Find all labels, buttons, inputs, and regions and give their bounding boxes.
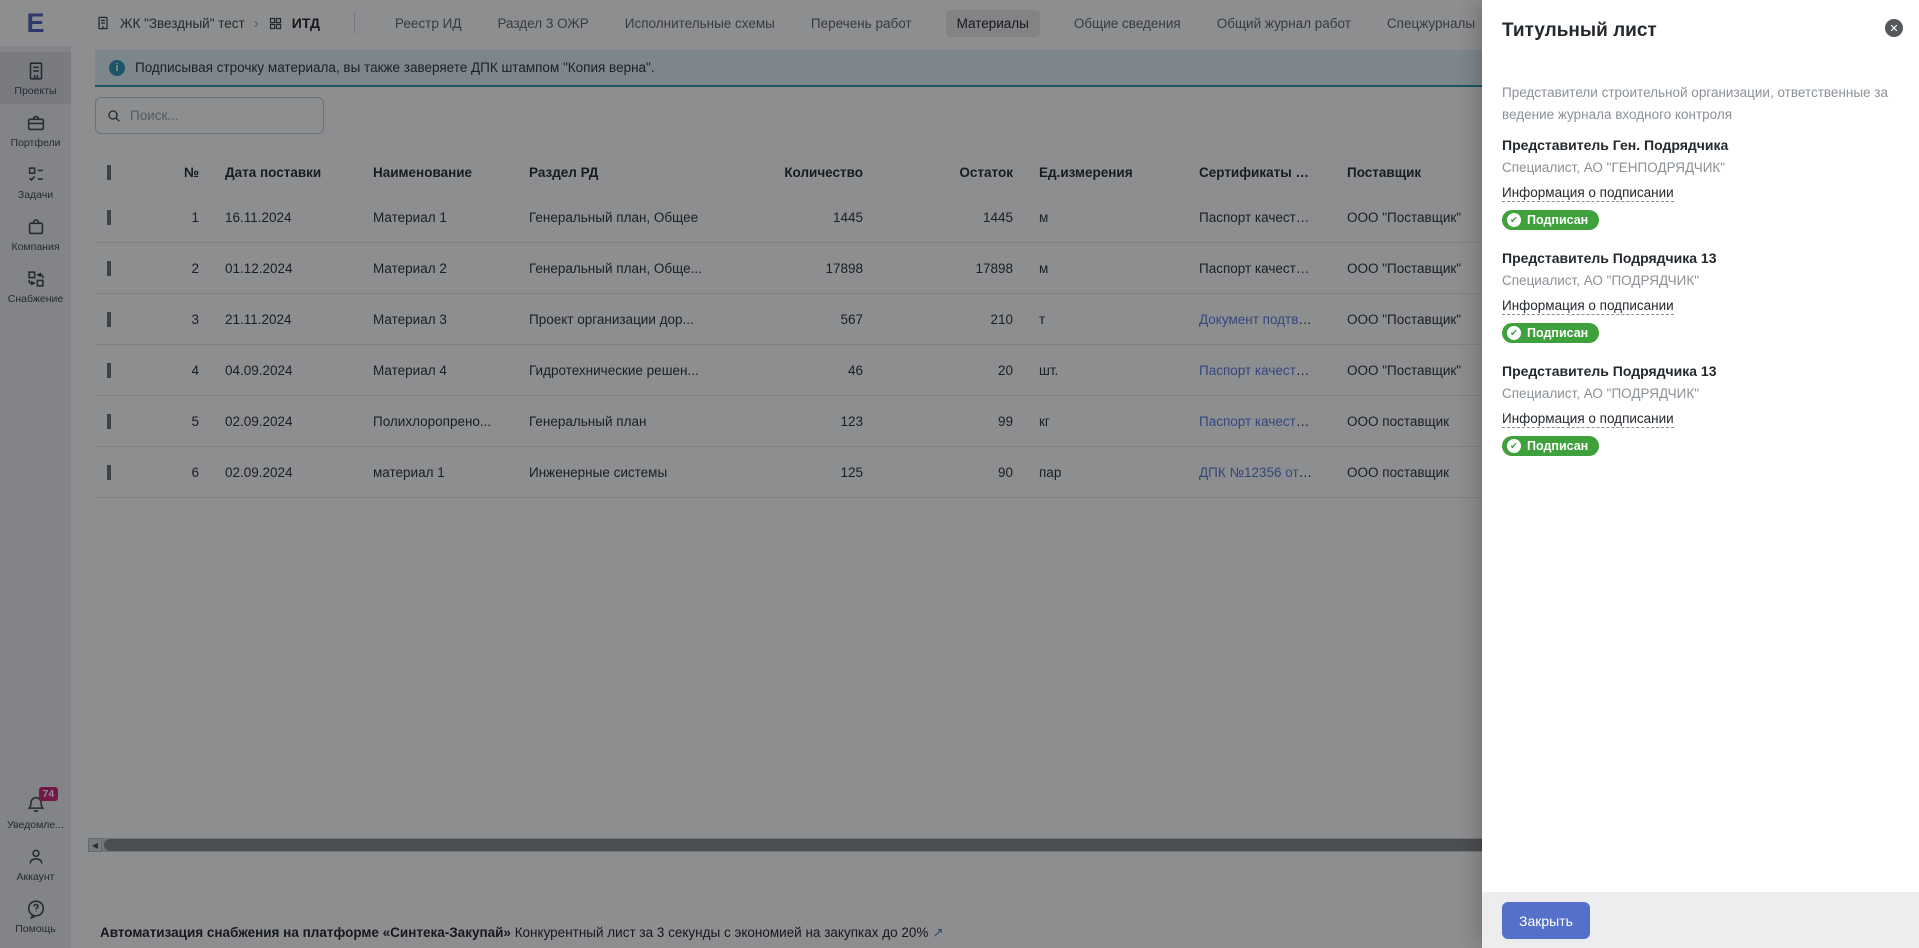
modal-overlay[interactable]	[0, 0, 1482, 948]
representatives-list: Представитель Ген. Подрядчика Специалист…	[1502, 137, 1899, 476]
check-seal-icon: ✔	[1507, 439, 1521, 453]
representative-role: Специалист, АО "ГЕНПОДРЯДЧИК"	[1502, 160, 1726, 175]
close-icon[interactable]: ✕	[1885, 19, 1903, 37]
representative-title: Представитель Ген. Подрядчика	[1502, 137, 1729, 153]
signing-info-link[interactable]: Информация о подписании	[1502, 410, 1674, 428]
status-badge: ✔ Подписан	[1502, 323, 1600, 343]
status-badge: ✔ Подписан	[1502, 436, 1600, 456]
panel-footer: Закрыть	[1482, 892, 1919, 948]
representative-block: Представитель Ген. Подрядчика Специалист…	[1502, 137, 1899, 230]
panel-subtitle: Представители строительной организации, …	[1502, 85, 1889, 122]
signing-info-link[interactable]: Информация о подписании	[1502, 297, 1674, 315]
status-badge: ✔ Подписан	[1502, 210, 1600, 230]
status-badge-label: Подписан	[1527, 439, 1589, 453]
representative-block: Представитель Подрядчика 13 Специалист, …	[1502, 250, 1899, 343]
signing-info-link[interactable]: Информация о подписании	[1502, 184, 1674, 202]
status-badge-label: Подписан	[1527, 213, 1589, 227]
check-seal-icon: ✔	[1507, 213, 1521, 227]
check-seal-icon: ✔	[1507, 326, 1521, 340]
representative-role: Специалист, АО "ПОДРЯДЧИК"	[1502, 386, 1700, 401]
representative-title: Представитель Подрядчика 13	[1502, 250, 1717, 266]
panel-title: Титульный лист	[1502, 20, 1657, 41]
status-badge-label: Подписан	[1527, 326, 1589, 340]
close-button[interactable]: Закрыть	[1502, 902, 1590, 939]
representative-block: Представитель Подрядчика 13 Специалист, …	[1502, 363, 1899, 456]
representative-title: Представитель Подрядчика 13	[1502, 363, 1717, 379]
representative-role: Специалист, АО "ПОДРЯДЧИК"	[1502, 273, 1700, 288]
title-sheet-panel: Титульный лист ✕ Представители строитель…	[1482, 0, 1919, 948]
